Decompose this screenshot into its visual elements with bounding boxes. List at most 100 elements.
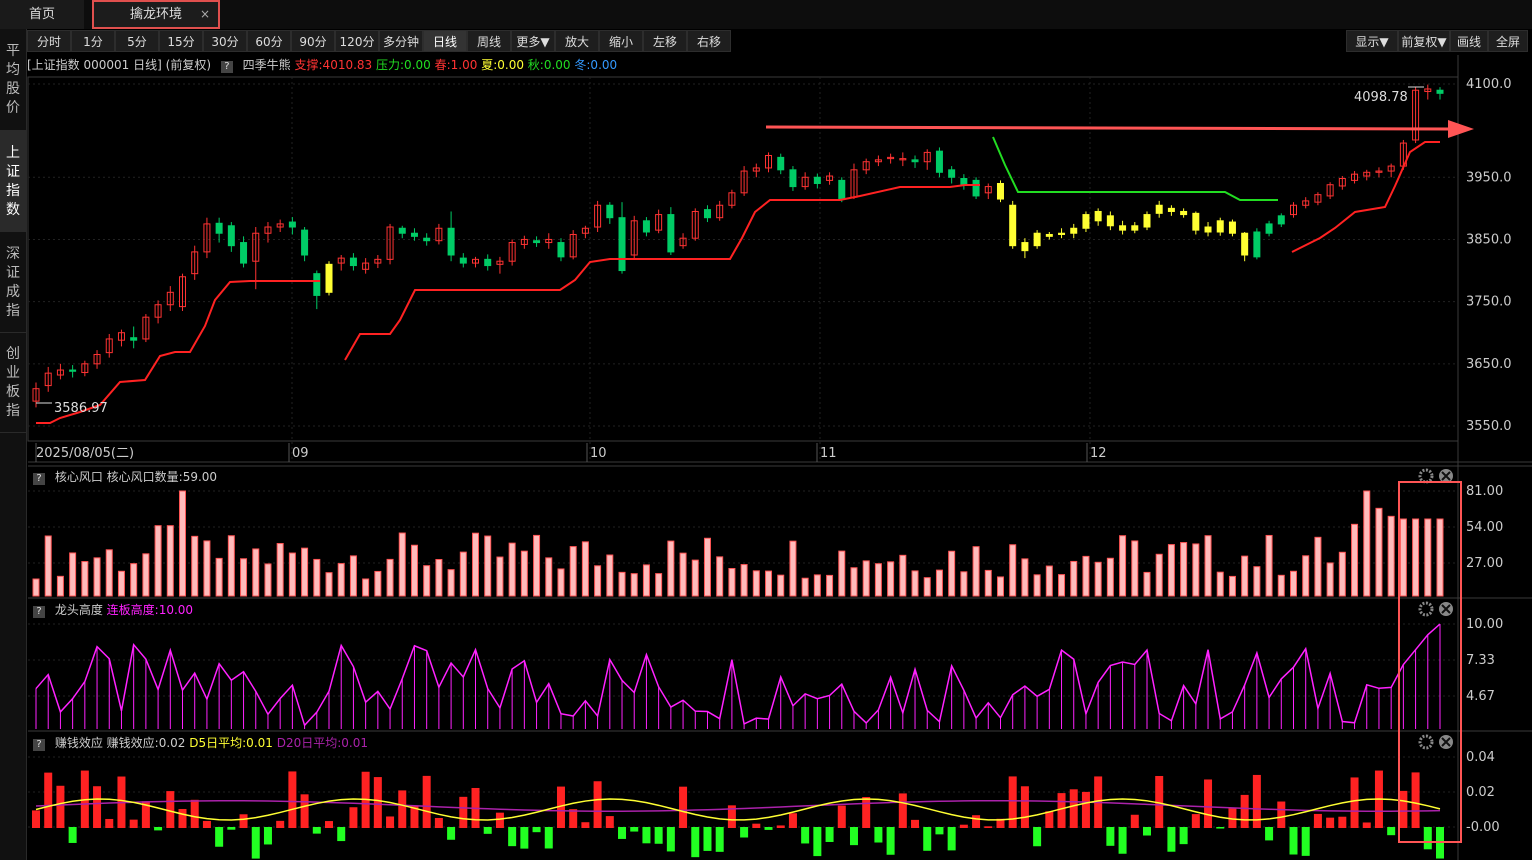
- core-bar: [642, 564, 650, 597]
- candle-body: [410, 232, 418, 237]
- core-bar: [752, 570, 760, 597]
- panel-help-icon[interactable]: ?: [33, 473, 45, 485]
- core-bar: [862, 560, 870, 597]
- profit-bar: [276, 820, 285, 828]
- panel-header-dragon: ? 龙头高度 连板高度:10.00: [27, 601, 193, 619]
- core-bar: [557, 568, 565, 597]
- chart-canvas[interactable]: 4100.0 3950.0 3850.0 3750.0 3650.0 3550.0 2025…: [0, 0, 1532, 860]
- candle-body: [1228, 221, 1236, 234]
- candle-body: [935, 150, 943, 173]
- profit-bar: [1411, 772, 1420, 828]
- core-bar: [386, 558, 394, 597]
- main-y-tick: 3850.0: [1466, 232, 1512, 247]
- panel-y-tick: 4.67: [1466, 689, 1495, 704]
- core-bar: [765, 570, 773, 597]
- candle-body: [1033, 232, 1041, 247]
- profit-bar: [1216, 827, 1225, 829]
- profit-bar: [166, 791, 175, 828]
- profit-bar: [93, 786, 102, 828]
- core-bar: [899, 554, 907, 597]
- profit-bar: [679, 786, 688, 828]
- profit-bar: [434, 817, 443, 828]
- core-bar: [1314, 536, 1322, 597]
- panel-core-name: 核心风口: [54, 470, 103, 484]
- x-tick: 2025/08/05(二): [36, 446, 134, 461]
- panel-y-tick: 27.00: [1466, 556, 1503, 571]
- candle-body: [1106, 215, 1114, 227]
- core-bar: [1058, 574, 1066, 597]
- pressure-line: [992, 136, 1278, 201]
- min-price-label: 3586.97: [54, 401, 108, 416]
- support-line: [36, 141, 1440, 424]
- profit-bar: [1277, 801, 1286, 828]
- core-bar: [728, 568, 736, 597]
- x-tick: 12: [1090, 446, 1107, 461]
- panel-profit-d20: D20日平均:0.01: [276, 736, 369, 750]
- core-bar: [191, 535, 199, 597]
- core-bar: [203, 540, 211, 597]
- profit-bar: [1118, 827, 1127, 854]
- annotation-arrow-line: [765, 125, 1451, 131]
- core-bar: [923, 577, 931, 597]
- profit-bar: [740, 827, 749, 838]
- profit-bar: [666, 827, 675, 852]
- candle-body: [447, 227, 455, 256]
- panel-gear-icon: [1418, 468, 1434, 484]
- core-bar: [887, 561, 895, 597]
- profit-bar: [1240, 794, 1249, 828]
- core-bar: [594, 565, 602, 597]
- candle-body: [960, 178, 968, 186]
- core-bar: [1253, 566, 1261, 597]
- panel-gear-icon: [1418, 601, 1434, 617]
- candle-body: [1094, 210, 1102, 222]
- panel-help-icon[interactable]: ?: [33, 739, 45, 751]
- core-bar: [1119, 535, 1127, 597]
- profit-bar: [202, 820, 211, 828]
- profit-bar: [495, 812, 504, 828]
- candle-body: [1131, 225, 1139, 231]
- candle-body: [911, 159, 919, 163]
- candle-body: [1265, 223, 1273, 234]
- profit-bar: [398, 790, 407, 828]
- core-bar: [1082, 555, 1090, 597]
- candle-body: [459, 257, 467, 264]
- panel-help-icon[interactable]: ?: [33, 606, 45, 618]
- profit-bar: [923, 827, 932, 851]
- profit-bar: [239, 814, 248, 828]
- candle-body: [240, 242, 248, 264]
- profit-bar: [654, 827, 663, 844]
- profit-bar: [325, 821, 334, 828]
- core-bar: [960, 571, 968, 597]
- profit-bar: [1167, 827, 1176, 852]
- profit-bar: [190, 799, 199, 828]
- core-bar: [410, 544, 418, 597]
- candle-body: [215, 222, 223, 234]
- core-bar: [545, 557, 553, 597]
- core-bar: [337, 563, 345, 597]
- profit-bar: [459, 796, 468, 828]
- main-y-tick: 3950.0: [1466, 170, 1512, 185]
- candle-body: [642, 220, 650, 233]
- annotation-arrow-head: [1448, 120, 1474, 138]
- core-bar: [227, 535, 235, 597]
- core-bar: [740, 564, 748, 597]
- profit-bar: [300, 794, 309, 828]
- candle-body: [349, 257, 357, 267]
- profit-bar: [1265, 827, 1274, 841]
- candle-body: [1180, 210, 1188, 216]
- core-bar: [581, 541, 589, 597]
- core-bar: [1033, 574, 1041, 597]
- profit-bar: [227, 827, 236, 830]
- panel-y-tick: 54.00: [1466, 520, 1503, 535]
- profit-bar: [1423, 827, 1432, 850]
- core-bar: [948, 550, 956, 597]
- core-bar: [484, 535, 492, 597]
- core-bar: [972, 546, 980, 597]
- candle-body: [69, 369, 77, 372]
- profit-bar: [520, 827, 529, 849]
- dragon-line: [35, 623, 1441, 727]
- core-bar: [850, 567, 858, 597]
- core-bar: [789, 540, 797, 597]
- core-bar: [1289, 570, 1297, 597]
- core-bar: [117, 570, 125, 597]
